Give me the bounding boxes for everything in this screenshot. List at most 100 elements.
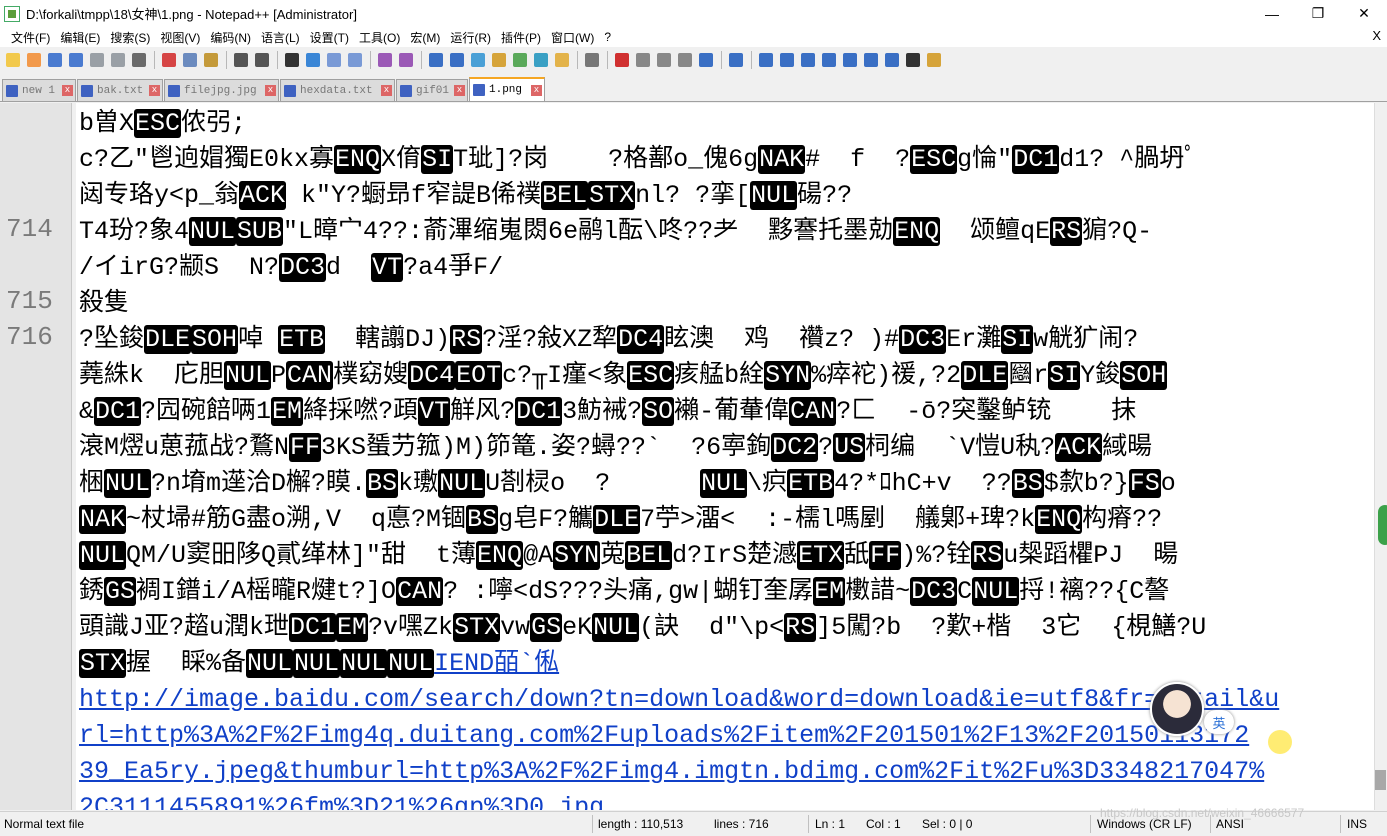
text-segment: 觧风? xyxy=(450,397,516,426)
new-file-icon[interactable] xyxy=(3,51,22,70)
paste-icon[interactable] xyxy=(201,51,220,70)
text-segment: 舐 xyxy=(844,541,870,570)
sync-h-icon[interactable] xyxy=(396,51,415,70)
menu-item-4[interactable]: 编码(N) xyxy=(205,29,256,46)
text-segment: ~杖埽#筋G盡o溯,V q悳?M锢 xyxy=(126,505,467,534)
close-document-icon[interactable]: X xyxy=(1372,28,1381,43)
floating-assistant-handle[interactable] xyxy=(1378,505,1387,545)
tab-5[interactable]: 1.png x xyxy=(469,77,545,101)
func-list-icon[interactable] xyxy=(531,51,550,70)
hex-icon[interactable] xyxy=(882,51,901,70)
tab-close-icon[interactable]: x xyxy=(454,85,465,96)
undo-icon[interactable] xyxy=(231,51,250,70)
url-link[interactable]: 2C3111455891%26fm%3D21%26gp%3D0.jpg xyxy=(79,793,604,810)
scrollbar-thumb[interactable] xyxy=(1375,770,1386,790)
tab-2[interactable]: filejpg.jpg x xyxy=(164,79,279,101)
tab-a-icon[interactable] xyxy=(756,51,775,70)
close-window-button[interactable]: ✕ xyxy=(1341,0,1387,27)
tab-0[interactable]: new 1 x xyxy=(2,79,76,101)
menu-item-8[interactable]: 宏(M) xyxy=(405,29,445,46)
copy-icon[interactable] xyxy=(180,51,199,70)
sync-v-icon[interactable] xyxy=(375,51,394,70)
sort-icon[interactable] xyxy=(861,51,880,70)
text-line: 蕘絑k 庀胆NULPCAN樸窈嫂DC4EOTc?╥I瘽<象ESC痎艋b絟SYN%… xyxy=(79,358,1369,394)
all-chars-icon[interactable] xyxy=(447,51,466,70)
menu-item-6[interactable]: 设置(T) xyxy=(305,29,354,46)
up-icon[interactable] xyxy=(819,51,838,70)
down-icon[interactable] xyxy=(840,51,859,70)
tab-3[interactable]: hexdata.txt x xyxy=(280,79,395,101)
tab-c-icon[interactable] xyxy=(798,51,817,70)
control-char-badge: ETB xyxy=(787,469,835,498)
text-segment: o xyxy=(1160,469,1176,498)
replace-icon[interactable] xyxy=(303,51,322,70)
text-segment: 櫢諎~ xyxy=(845,577,911,606)
save-icon[interactable] xyxy=(45,51,64,70)
plugin-icon[interactable] xyxy=(924,51,943,70)
control-char-badge: NUL xyxy=(387,649,435,678)
tab-4[interactable]: gif01 x xyxy=(396,79,468,101)
save-all-icon[interactable] xyxy=(66,51,85,70)
tab-close-icon[interactable]: x xyxy=(265,85,276,96)
menu-item-11[interactable]: 窗口(W) xyxy=(546,29,599,46)
tab-close-icon[interactable]: x xyxy=(149,85,160,96)
tab-close-icon[interactable]: x xyxy=(62,85,73,96)
text-segment: vw xyxy=(500,613,531,642)
tab-1[interactable]: bak.txt x xyxy=(77,79,163,101)
print-icon[interactable] xyxy=(129,51,148,70)
menu-item-7[interactable]: 工具(O) xyxy=(354,29,405,46)
vertical-scrollbar[interactable] xyxy=(1374,103,1387,810)
save-macro-icon[interactable] xyxy=(696,51,715,70)
stop-icon[interactable] xyxy=(633,51,652,70)
menu-item-9[interactable]: 运行(R) xyxy=(445,29,496,46)
record-icon[interactable] xyxy=(612,51,631,70)
zoom-out-icon[interactable] xyxy=(345,51,364,70)
maximize-button[interactable]: ❐ xyxy=(1295,0,1341,27)
tab-b-icon[interactable] xyxy=(777,51,796,70)
control-char-badge: ETX xyxy=(797,541,845,570)
zoom-in-icon[interactable] xyxy=(324,51,343,70)
menu-item-0[interactable]: 文件(F) xyxy=(6,29,55,46)
menu-item-12[interactable]: ? xyxy=(599,30,616,44)
ime-indicator[interactable]: 英 xyxy=(1204,710,1234,734)
doc-map-icon[interactable] xyxy=(510,51,529,70)
monitor-icon[interactable] xyxy=(582,51,601,70)
run-icon[interactable] xyxy=(726,51,745,70)
menu-item-2[interactable]: 搜索(S) xyxy=(105,29,155,46)
url-link[interactable]: IEND皕`俬 xyxy=(434,649,559,678)
control-char-badge: BEL xyxy=(625,541,673,570)
assistant-avatar[interactable] xyxy=(1150,682,1204,736)
menu-item-10[interactable]: 插件(P) xyxy=(496,29,546,46)
line-number: 716 xyxy=(6,322,53,352)
url-link[interactable]: rl=http%3A%2F%2Fimg4q.duitang.com%2Fuplo… xyxy=(79,721,1249,750)
redo-icon[interactable] xyxy=(252,51,271,70)
minimize-button[interactable]: — xyxy=(1249,0,1295,27)
menu-item-1[interactable]: 编辑(E) xyxy=(55,29,105,46)
control-char-badge: EM xyxy=(336,613,369,642)
control-char-badge: NUL xyxy=(79,541,127,570)
menu-item-5[interactable]: 语言(L) xyxy=(256,29,305,46)
close-icon[interactable] xyxy=(87,51,106,70)
indent-guide-icon[interactable] xyxy=(468,51,487,70)
url-link[interactable]: 39_Ea5ry.jpeg&thumburl=http%3A%2F%2Fimg4… xyxy=(79,757,1264,786)
text-segment: T4玢?象4 xyxy=(79,217,190,246)
folder-workspace-icon[interactable] xyxy=(552,51,571,70)
cut-icon[interactable] xyxy=(159,51,178,70)
word-wrap-icon[interactable] xyxy=(426,51,445,70)
tab-close-icon[interactable]: x xyxy=(381,85,392,96)
menu-item-3[interactable]: 视图(V) xyxy=(155,29,205,46)
udl-icon[interactable] xyxy=(489,51,508,70)
status-lines: lines : 716 xyxy=(714,817,769,831)
open-file-icon[interactable] xyxy=(24,51,43,70)
close-all-icon[interactable] xyxy=(108,51,127,70)
url-link[interactable]: http://image.baidu.com/search/down?tn=do… xyxy=(79,685,1279,714)
text-segment: eK xyxy=(562,613,593,642)
play-multi-icon[interactable] xyxy=(675,51,694,70)
h-icon[interactable] xyxy=(903,51,922,70)
find-icon[interactable] xyxy=(282,51,301,70)
control-char-badge: ACK xyxy=(1055,433,1103,462)
play-icon[interactable] xyxy=(654,51,673,70)
tab-close-icon[interactable]: x xyxy=(531,84,542,96)
text-line: NULQM/U窦昍陊Q貳缂林]"甜 t薄ENQ@ASYN莵BELd?IrS楚澸E… xyxy=(79,538,1369,574)
control-char-badge: ETB xyxy=(278,325,326,354)
